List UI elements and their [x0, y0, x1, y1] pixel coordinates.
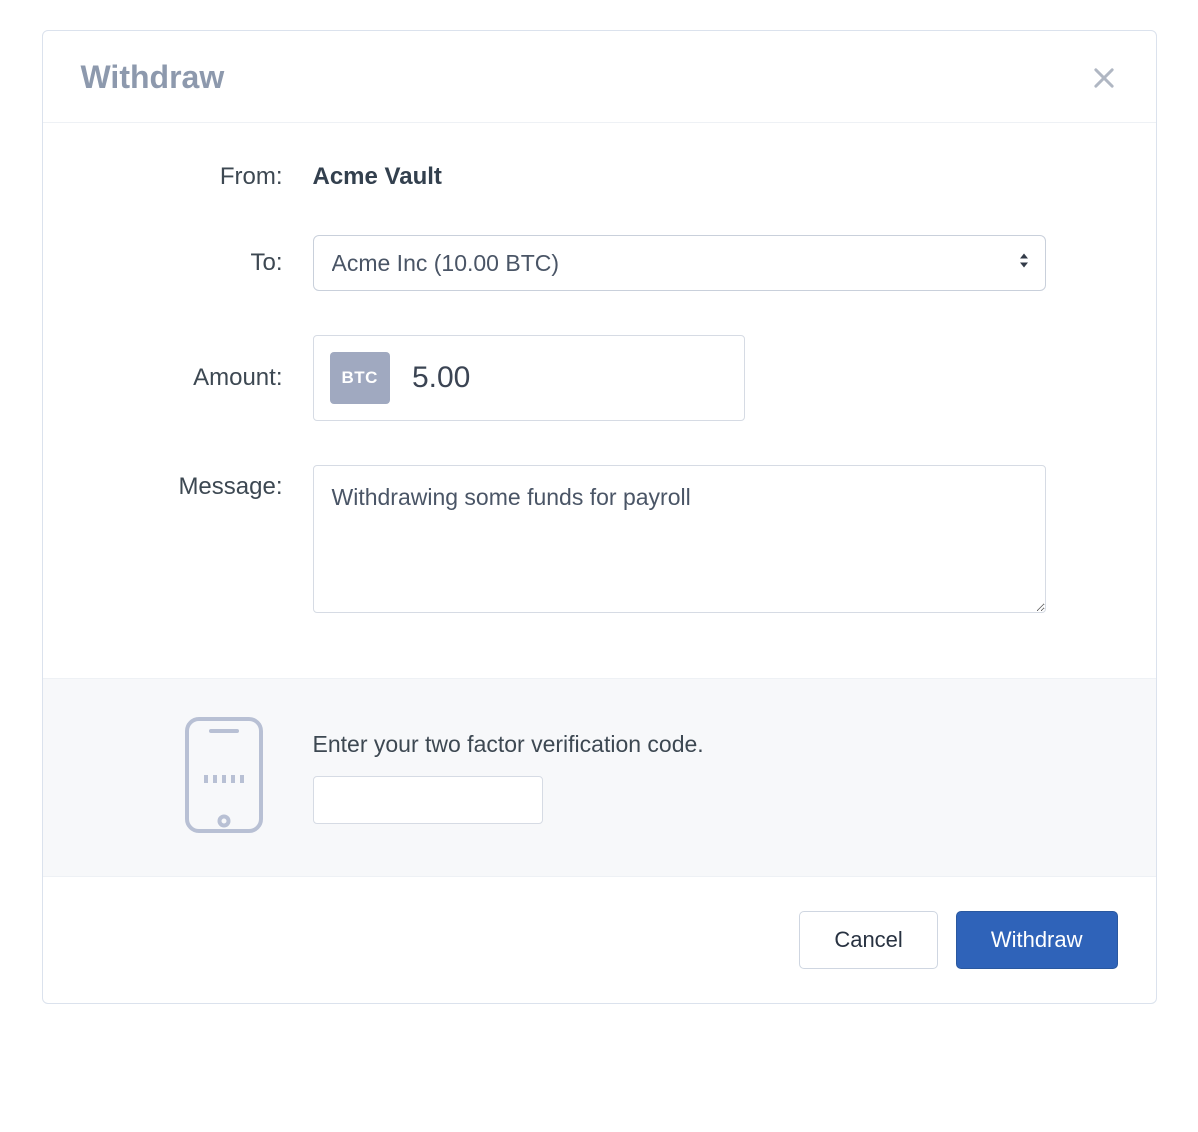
currency-badge: BTC: [330, 352, 390, 404]
to-label: To:: [153, 249, 313, 277]
modal-body: From: Acme Vault To: Acme Inc (10.00 BTC…: [43, 123, 1156, 678]
to-select-wrap: Acme Inc (10.00 BTC): [313, 235, 1046, 291]
modal-header: Withdraw: [43, 31, 1156, 123]
message-textarea[interactable]: Withdrawing some funds for payroll: [313, 465, 1046, 613]
message-row: Message: Withdrawing some funds for payr…: [153, 465, 1046, 618]
modal-title: Withdraw: [81, 59, 225, 96]
from-row: From: Acme Vault: [153, 163, 1046, 191]
amount-label: Amount:: [153, 364, 313, 392]
to-row: To: Acme Inc (10.00 BTC): [153, 235, 1046, 291]
twofa-section: Enter your two factor verification code.: [43, 678, 1156, 877]
cancel-button[interactable]: Cancel: [799, 911, 937, 969]
to-select[interactable]: Acme Inc (10.00 BTC): [313, 235, 1046, 291]
withdraw-modal: Withdraw From: Acme Vault To: Acme Inc (…: [42, 30, 1157, 1004]
close-icon: [1090, 64, 1118, 92]
phone-icon: [183, 715, 265, 840]
modal-footer: Cancel Withdraw: [43, 877, 1156, 1003]
close-button[interactable]: [1090, 64, 1118, 92]
twofa-code-input[interactable]: [313, 776, 543, 824]
from-label: From:: [153, 163, 313, 191]
withdraw-button[interactable]: Withdraw: [956, 911, 1118, 969]
amount-input[interactable]: [390, 352, 798, 404]
amount-group: BTC: [313, 335, 745, 421]
from-value: Acme Vault: [313, 163, 1046, 191]
twofa-content: Enter your two factor verification code.: [313, 731, 1096, 824]
twofa-prompt: Enter your two factor verification code.: [313, 731, 1096, 758]
amount-row: Amount: BTC: [153, 335, 1046, 421]
message-label: Message:: [153, 465, 313, 501]
